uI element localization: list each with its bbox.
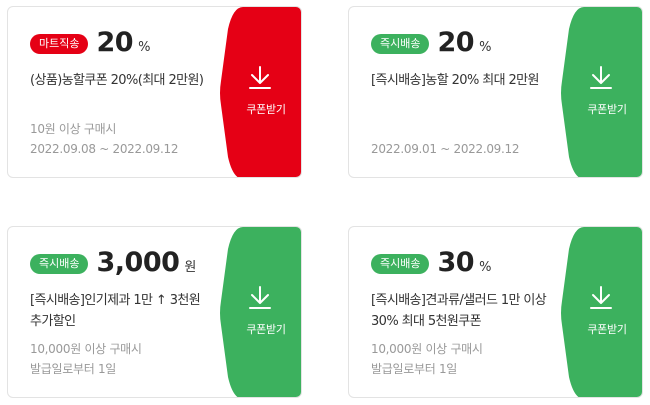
discount-unit: %: [479, 40, 492, 55]
coupon-card: 즉시배송 3,000 원 [즉시배송]인기제과 1만 ↑ 3천원 추가할인 10…: [7, 226, 302, 398]
download-icon: [249, 66, 271, 89]
discount-amount: 3,000: [96, 247, 180, 278]
download-label: 쿠폰받기: [587, 323, 627, 336]
download-coupon-button[interactable]: 쿠폰받기: [219, 227, 301, 397]
coupon-title: (상품)농할쿠폰 20%(최대 2만원): [30, 73, 204, 88]
coupon-period: 발급일로부터 1일: [371, 362, 458, 376]
download-label: 쿠폰받기: [246, 323, 286, 336]
coupon-header: 마트직송 20 %: [30, 27, 150, 58]
download-icon: [249, 286, 271, 309]
coupon-condition: 10,000원 이상 구매시: [30, 342, 142, 356]
download-coupon-button[interactable]: 쿠폰받기: [560, 227, 642, 397]
coupon-period: 2022.09.01 ~ 2022.09.12: [371, 142, 520, 156]
download-icon: [590, 286, 612, 309]
download-label: 쿠폰받기: [246, 103, 286, 116]
coupon-title: [즉시배송]농할 20% 최대 2만원: [371, 73, 540, 88]
coupon-header: 즉시배송 20 %: [371, 27, 491, 58]
download-tab-shape: [561, 227, 642, 397]
coupon-condition: 10,000원 이상 구매시: [371, 342, 483, 356]
download-tab-shape: [220, 227, 301, 397]
discount-unit: %: [138, 40, 151, 55]
delivery-badge: 마트직송: [30, 34, 89, 54]
coupon-condition: 10원 이상 구매시: [30, 122, 117, 136]
discount-amount: 30: [437, 247, 475, 278]
coupon-title: [즉시배송]인기제과 1만 ↑ 3천원 추가할인: [30, 293, 201, 329]
delivery-badge: 즉시배송: [30, 254, 89, 274]
coupon-card: 즉시배송 20 % [즉시배송]농할 20% 최대 2만원 2022.09.01…: [348, 6, 643, 178]
coupon-header: 즉시배송 3,000 원: [30, 247, 196, 278]
discount-unit: 원: [184, 260, 197, 275]
coupon-card: 즉시배송 30 % [즉시배송]견과류/샐러드 1만 이상 30% 최대 5천원…: [348, 226, 643, 398]
discount-amount: 20: [437, 27, 475, 58]
discount-amount: 20: [96, 27, 134, 58]
download-tab-shape: [561, 7, 642, 177]
delivery-badge: 즉시배송: [371, 34, 430, 54]
download-coupon-button[interactable]: 쿠폰받기: [560, 7, 642, 177]
discount-unit: %: [479, 260, 492, 275]
download-icon: [590, 66, 612, 89]
coupon-period: 발급일로부터 1일: [30, 362, 117, 376]
download-coupon-button[interactable]: 쿠폰받기: [219, 7, 301, 177]
download-tab-shape: [220, 7, 301, 177]
download-label: 쿠폰받기: [587, 103, 627, 116]
delivery-badge: 즉시배송: [371, 254, 430, 274]
coupon-title: [즉시배송]견과류/샐러드 1만 이상 30% 최대 5천원쿠폰: [371, 293, 547, 329]
coupon-header: 즉시배송 30 %: [371, 247, 491, 278]
coupon-card: 마트직송 20 % (상품)농할쿠폰 20%(최대 2만원) 10원 이상 구매…: [7, 6, 302, 178]
coupon-period: 2022.09.08 ~ 2022.09.12: [30, 142, 179, 156]
